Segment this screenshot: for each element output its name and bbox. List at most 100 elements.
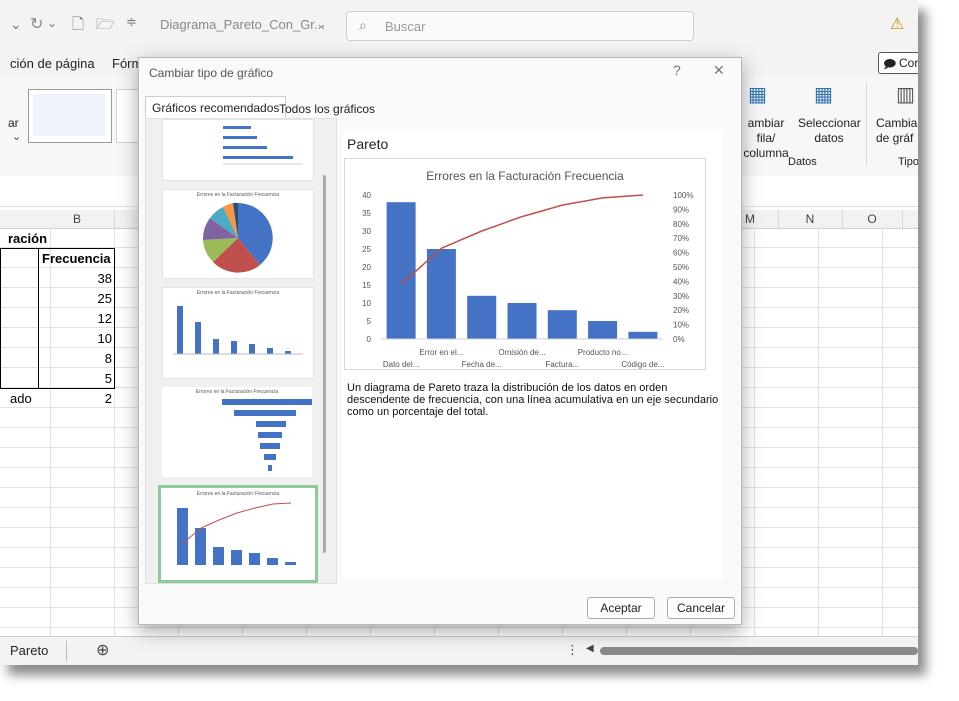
cell-value[interactable]: 38: [40, 269, 112, 289]
redo-dropdown-icon[interactable]: ⌄: [47, 16, 57, 30]
horizontal-scrollbar[interactable]: [600, 647, 918, 655]
thumbnail-bar-chart[interactable]: [162, 119, 314, 181]
chart-style-preview: [33, 94, 105, 136]
chart-title: Errores en la Facturación Frecuencia: [426, 169, 624, 183]
change-chart-type-icon[interactable]: ▥: [896, 82, 915, 107]
thumb-bar: [222, 399, 312, 405]
x-tick-label: Dato del...: [383, 360, 419, 369]
cancel-button[interactable]: Cancelar: [667, 597, 735, 619]
thumb-bar: [177, 508, 188, 565]
cell-label-partial[interactable]: ado: [10, 389, 32, 409]
thumb-col-title: Errores en la Facturación Frecuencia: [196, 290, 280, 296]
sheet-tab-pareto[interactable]: Pareto: [10, 643, 48, 658]
redo-icon[interactable]: ↻: [30, 14, 43, 34]
ribbon-divider: [866, 82, 867, 166]
change-chart-type-label[interactable]: Cambiar de gráf: [876, 116, 918, 146]
thumb-bar: [195, 322, 201, 354]
switch-row-column-label[interactable]: ambiar fila/columna: [738, 116, 794, 161]
cell-value[interactable]: 5: [40, 369, 112, 389]
cell-value[interactable]: 12: [40, 309, 112, 329]
search-box[interactable]: ⌕ Buscar: [346, 11, 694, 41]
add-sheet-icon[interactable]: ⊕: [96, 640, 109, 660]
thumb-bar: [267, 558, 278, 565]
y2-tick-label: 80%: [673, 220, 689, 229]
ribbon-left-label[interactable]: ar: [8, 116, 19, 130]
cell-value[interactable]: 25: [40, 289, 112, 309]
y-tick-label: 35: [362, 209, 371, 218]
y2-tick-label: 50%: [673, 263, 689, 272]
thumb-pie-title: Errores en la Facturación Frecuencia: [196, 192, 280, 198]
column-header-o[interactable]: O: [842, 210, 903, 228]
comments-button[interactable]: 🗩 Cor: [878, 52, 918, 74]
thumbnail-funnel-chart[interactable]: Errores en la Facturación Frecuencia: [162, 387, 312, 477]
chart-style-2[interactable]: [116, 89, 140, 143]
thumb-bar: [223, 126, 251, 129]
list-scrollbar[interactable]: [323, 175, 326, 553]
more-options-icon[interactable]: ⋮: [566, 642, 579, 658]
file-name-dropdown-icon[interactable]: ⌄: [316, 16, 327, 32]
table-column-divider: [38, 248, 39, 389]
help-icon[interactable]: ?: [673, 62, 681, 78]
ok-button[interactable]: Aceptar: [587, 597, 655, 619]
thumb-bar: [223, 156, 293, 159]
bar: [426, 249, 456, 339]
x-tick-label: Error en el...: [419, 348, 463, 357]
column-header-b[interactable]: B: [40, 210, 115, 228]
warning-icon[interactable]: ⚠: [890, 14, 904, 34]
cell-value[interactable]: 10: [40, 329, 112, 349]
thumb-pareto-title: Errores en la Facturación Frecuencia: [196, 491, 280, 497]
column-header-n[interactable]: N: [778, 210, 843, 228]
thumb-bar: [223, 146, 267, 149]
tab-all-charts[interactable]: Todos los gráficos: [279, 98, 375, 120]
open-folder-icon[interactable]: 🗁: [96, 14, 115, 39]
y-tick-label: 40: [362, 191, 371, 200]
thumb-bar: [260, 443, 280, 449]
thumb-funnel-title: Errores en la Facturación Frecuencia: [195, 389, 279, 395]
chart-style-1[interactable]: [28, 89, 112, 143]
bar: [386, 202, 416, 339]
y2-tick-label: 90%: [673, 205, 689, 214]
select-data-icon[interactable]: ▦: [814, 82, 833, 107]
description-line: Un diagrama de Pareto traza la distribuc…: [347, 382, 668, 394]
cell-header-partial[interactable]: ración: [8, 229, 47, 249]
thumbnail-column-svg: [173, 306, 303, 355]
group-tipo-label: Tipo: [898, 156, 918, 168]
scroll-left-icon[interactable]: ◀: [586, 643, 594, 654]
y2-tick-label: 70%: [673, 234, 689, 243]
undo-dropdown-icon[interactable]: ⌄: [10, 16, 22, 33]
thumb-bar: [213, 547, 224, 565]
thumb-bar: [267, 348, 273, 354]
tab-page-layout[interactable]: ción de página: [10, 56, 95, 71]
thumbnail-pie-chart[interactable]: Errores en la Facturación Frecuencia: [162, 189, 314, 279]
customize-toolbar-icon[interactable]: ≑: [126, 14, 137, 30]
thumbnail-bar-svg: [223, 126, 303, 165]
thumb-bar: [231, 341, 237, 354]
tab-divider: [66, 641, 67, 661]
search-icon: ⌕: [359, 17, 367, 33]
description-line: descendente de frecuencia, con una línea…: [347, 394, 719, 406]
y-tick-label: 0: [367, 335, 372, 344]
thumbnail-pie-svg: [202, 202, 273, 273]
bar: [507, 303, 537, 339]
cell-value[interactable]: 2: [40, 389, 112, 409]
y-tick-label: 25: [362, 245, 371, 254]
thumb-bar: [256, 421, 286, 427]
tab-recommended-charts[interactable]: Gráficos recomendados: [145, 96, 287, 119]
thumbnail-pareto-chart-selected[interactable]: Errores en la Facturación Frecuencia: [158, 485, 318, 583]
close-icon[interactable]: ✕: [713, 62, 725, 79]
chevron-down-icon[interactable]: ⌄: [12, 130, 21, 143]
change-chart-type-dialog: Cambiar tipo de gráfico ? ✕ Gráficos rec…: [138, 57, 742, 625]
cell-value[interactable]: 8: [40, 349, 112, 369]
thumb-bar: [223, 136, 257, 139]
select-data-label[interactable]: Seleccionar datos: [798, 116, 861, 146]
thumb-bar: [268, 465, 272, 471]
y2-tick-label: 40%: [673, 277, 689, 286]
file-name[interactable]: Diagrama_Pareto_Con_Gr...: [160, 17, 325, 32]
thumbnail-column-chart[interactable]: Errores en la Facturación Frecuencia: [162, 287, 314, 379]
bar: [467, 295, 497, 339]
y-tick-label: 30: [362, 227, 371, 236]
chart-description: Un diagrama de Pareto traza la distribuc…: [347, 382, 722, 418]
switch-row-column-icon[interactable]: ▦: [748, 82, 767, 107]
cell-frecuencia-header[interactable]: Frecuencia: [42, 249, 111, 269]
new-file-icon[interactable]: 🗋: [72, 14, 84, 39]
